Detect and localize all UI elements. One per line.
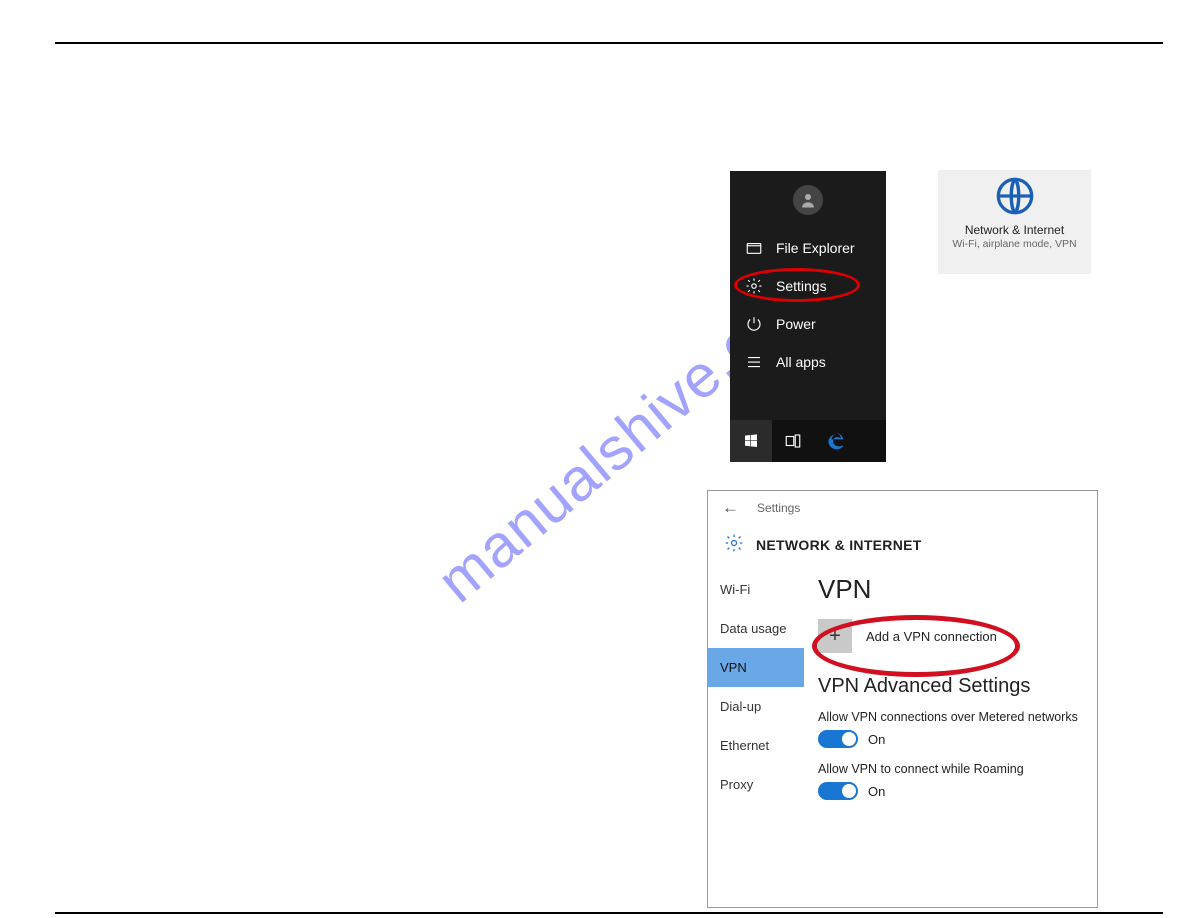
sidebar-item-data-usage[interactable]: Data usage xyxy=(708,609,804,648)
task-view-icon xyxy=(784,432,802,450)
settings-header: NETWORK & INTERNET xyxy=(708,525,1097,570)
plus-icon: + xyxy=(818,619,852,653)
gear-icon xyxy=(724,533,744,556)
user-avatar-icon xyxy=(793,185,823,215)
toggle-roaming[interactable] xyxy=(818,782,858,800)
globe-icon xyxy=(995,176,1035,219)
sidebar-item-dial-up[interactable]: Dial-up xyxy=(708,687,804,726)
setting-metered-label: Allow VPN connections over Metered netwo… xyxy=(818,710,1087,724)
settings-window: ← Settings NETWORK & INTERNET Wi-Fi Data… xyxy=(707,490,1098,908)
power-icon xyxy=(744,315,764,333)
file-explorer-icon xyxy=(744,239,764,257)
start-menu-item-file-explorer[interactable]: File Explorer xyxy=(730,229,886,267)
taskbar xyxy=(730,420,886,462)
toggle-roaming-state: On xyxy=(868,784,885,799)
sidebar-item-vpn[interactable]: VPN xyxy=(708,648,804,687)
taskbar-start-button[interactable] xyxy=(730,420,772,462)
start-menu-user-row[interactable] xyxy=(730,171,886,229)
start-menu-item-label: Power xyxy=(776,316,816,332)
settings-tile-network-internet[interactable]: Network & Internet Wi-Fi, airplane mode,… xyxy=(938,170,1091,274)
back-button[interactable]: ← xyxy=(722,498,739,518)
settings-header-label: NETWORK & INTERNET xyxy=(756,537,922,553)
settings-titlebar-label: Settings xyxy=(757,501,800,515)
toggle-metered-state: On xyxy=(868,732,885,747)
start-menu-item-settings[interactable]: Settings xyxy=(730,267,886,305)
settings-main-panel: VPN + Add a VPN connection VPN Advanced … xyxy=(804,570,1097,896)
taskbar-edge-button[interactable] xyxy=(814,420,856,462)
add-vpn-label: Add a VPN connection xyxy=(866,629,997,644)
windows-logo-icon xyxy=(743,433,759,449)
sidebar-item-wifi[interactable]: Wi-Fi xyxy=(708,570,804,609)
settings-sidebar: Wi-Fi Data usage VPN Dial-up Ethernet Pr… xyxy=(708,570,804,896)
advanced-heading: VPN Advanced Settings xyxy=(818,675,1087,698)
sidebar-item-proxy[interactable]: Proxy xyxy=(708,765,804,804)
all-apps-icon xyxy=(744,353,764,371)
setting-roaming-label: Allow VPN to connect while Roaming xyxy=(818,762,1087,776)
start-menu-item-power[interactable]: Power xyxy=(730,305,886,343)
start-menu-item-label: Settings xyxy=(776,278,827,294)
start-menu-item-label: File Explorer xyxy=(776,240,855,256)
add-vpn-connection-button[interactable]: + Add a VPN connection xyxy=(818,619,1087,653)
gear-icon xyxy=(744,277,764,295)
edge-icon xyxy=(825,431,845,451)
bottom-rule xyxy=(55,912,1163,914)
start-menu-panel: File Explorer Settings Power All apps xyxy=(730,171,886,462)
toggle-metered[interactable] xyxy=(818,730,858,748)
start-menu-item-label: All apps xyxy=(776,354,826,370)
tile-title: Network & Internet xyxy=(965,223,1064,237)
start-menu-item-all-apps[interactable]: All apps xyxy=(730,343,886,381)
settings-titlebar: ← Settings xyxy=(708,491,1097,525)
sidebar-item-ethernet[interactable]: Ethernet xyxy=(708,726,804,765)
main-heading: VPN xyxy=(818,574,1087,605)
tile-subtitle: Wi-Fi, airplane mode, VPN xyxy=(952,238,1076,252)
taskbar-task-view-button[interactable] xyxy=(772,420,814,462)
top-rule xyxy=(55,42,1163,44)
